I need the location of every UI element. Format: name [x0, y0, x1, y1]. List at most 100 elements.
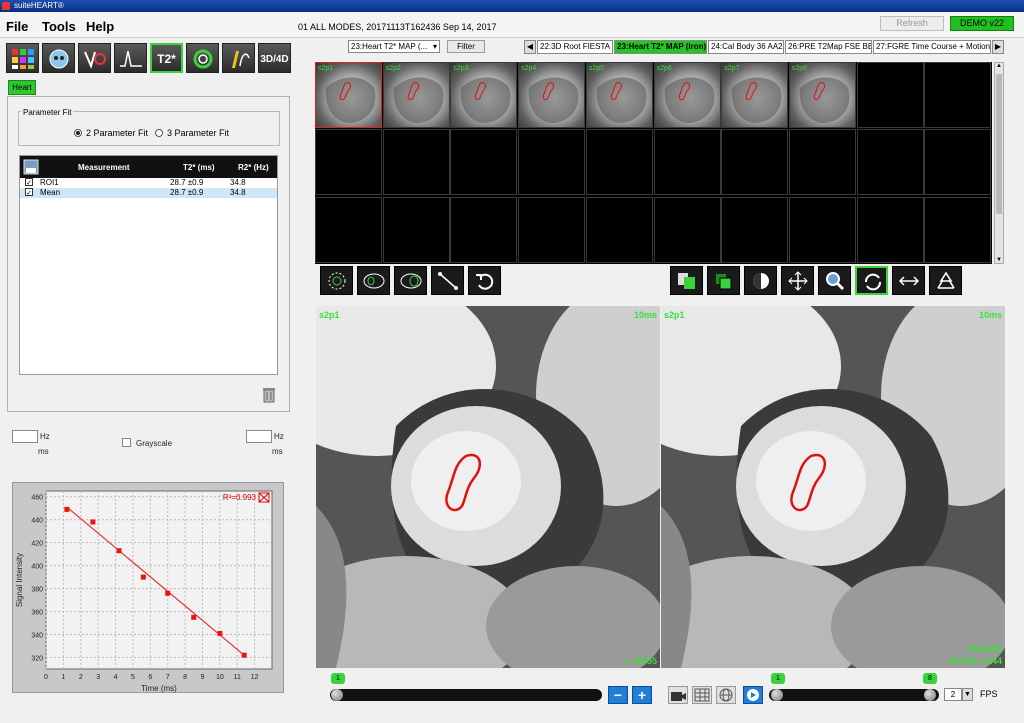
row-checkbox[interactable]: ✓	[25, 178, 33, 187]
thumbnail-cell[interactable]	[788, 129, 856, 196]
scroll-up-icon[interactable]: ▲	[996, 63, 1002, 69]
contrast-button[interactable]	[744, 266, 777, 295]
thumbnail-cell[interactable]: s2p6	[653, 62, 721, 128]
refresh-button[interactable]: Refresh	[880, 16, 944, 31]
series-tab-26[interactable]: 26:PRE T2Map FSE BB	[785, 40, 872, 54]
copy-roi-button[interactable]	[670, 266, 703, 295]
max-hz-input[interactable]	[246, 430, 272, 443]
thumbnail-cell[interactable]	[924, 196, 992, 263]
thumbnail-cell[interactable]	[856, 129, 924, 196]
grayscale-checkbox[interactable]	[122, 438, 131, 447]
menu-help[interactable]: Help	[86, 19, 114, 34]
line-tool-button[interactable]	[431, 266, 464, 295]
roi-septal-button[interactable]	[394, 266, 427, 295]
demo-version-button[interactable]: DEMO v22	[950, 16, 1014, 31]
pet-mode-button[interactable]	[222, 43, 255, 73]
thumbnail-cell[interactable]	[585, 196, 653, 263]
trash-icon[interactable]	[262, 387, 276, 403]
flip-button[interactable]	[892, 266, 925, 295]
grid-layout-button[interactable]	[692, 686, 712, 704]
table-row[interactable]: ✓ ROI1 28.7 ±0.9 34.8	[20, 178, 277, 188]
series-tab-23[interactable]: 23:Heart T2* MAP (Iron)	[614, 40, 707, 54]
thumbnail-cell[interactable]	[856, 62, 924, 128]
thumbnail-cell[interactable]	[450, 129, 518, 196]
slice-slider-knob[interactable]	[331, 689, 343, 701]
menu-file[interactable]: File	[6, 19, 28, 34]
thumbnail-cell[interactable]	[518, 196, 586, 263]
flow-mode-button[interactable]	[78, 43, 111, 73]
table-export-icon[interactable]	[23, 159, 39, 175]
thumbnail-cell[interactable]	[518, 129, 586, 196]
thumbnail-cell[interactable]: s2p2	[382, 62, 450, 128]
thumbnail-cell[interactable]	[653, 129, 721, 196]
thumbnail-cell[interactable]	[653, 196, 721, 263]
tab-heart[interactable]: Heart	[8, 80, 36, 95]
thumbnail-cell[interactable]	[382, 129, 450, 196]
series-tab-24[interactable]: 24:Cal Body 36 AA2	[708, 40, 784, 54]
roi-draw-button[interactable]	[320, 266, 353, 295]
movie-mode-button[interactable]	[668, 686, 688, 704]
thumbnail-cell[interactable]: s2p4	[518, 62, 586, 128]
reset-button[interactable]	[929, 266, 962, 295]
min-hz-input[interactable]	[12, 430, 38, 443]
myocardial-evaluation-button[interactable]	[114, 43, 147, 73]
tissue-mode-button[interactable]	[186, 43, 219, 73]
phase-slider-start-knob[interactable]	[771, 689, 783, 701]
zoom-in-button[interactable]: +	[632, 686, 652, 704]
scrollbar-thumb[interactable]	[996, 74, 1002, 214]
thumbnail-cell[interactable]: s2p3	[450, 62, 518, 128]
t2star-mode-button[interactable]: T2*	[150, 43, 183, 73]
series-prev-button[interactable]: ◀	[524, 40, 536, 54]
thumbnail-cell[interactable]	[856, 196, 924, 263]
thumbnail-cell[interactable]	[924, 129, 992, 196]
thumbnail-cell[interactable]	[721, 129, 789, 196]
thumbnail-cell[interactable]	[382, 196, 450, 263]
thumbnail-cell[interactable]	[315, 196, 382, 263]
scroll-down-icon[interactable]: ▼	[996, 257, 1002, 263]
thumbnail-cell[interactable]	[315, 129, 382, 196]
table-row[interactable]: ✓ Mean 28.7 ±0.9 34.8	[20, 188, 277, 198]
undo-button[interactable]	[468, 266, 501, 295]
row-checkbox[interactable]: ✓	[25, 188, 33, 197]
row-r2star: 34.8	[230, 178, 246, 187]
series-tab-22[interactable]: 22:3D Root FIESTA	[537, 40, 613, 54]
roi-ellipse-button[interactable]	[357, 266, 390, 295]
thumbnail-cell[interactable]: s2p7	[721, 62, 789, 128]
pan-button[interactable]	[781, 266, 814, 295]
thumbnail-cell[interactable]	[721, 196, 789, 263]
slice-slider[interactable]	[330, 689, 602, 701]
thumbnail-label: s2p7	[724, 65, 740, 72]
rotate-button[interactable]	[855, 266, 888, 295]
thumbnail-cell[interactable]	[788, 196, 856, 263]
radio-3-parameter-fit[interactable]	[155, 129, 163, 137]
series-next-button[interactable]: ▶	[992, 40, 1004, 54]
thumbnail-cell[interactable]	[924, 62, 992, 128]
thumbnail-scrollbar[interactable]: ▲ ▼	[994, 62, 1004, 264]
play-button[interactable]	[743, 686, 763, 704]
zoom-button[interactable]	[818, 266, 851, 295]
data-point	[191, 614, 197, 620]
series-dropdown[interactable]: 23:Heart T2* MAP (... ▾	[348, 40, 440, 53]
thumbnail-cell[interactable]: s2p1	[315, 62, 382, 128]
menu-tools[interactable]: Tools	[42, 19, 76, 34]
phase-slider[interactable]	[769, 689, 939, 701]
thumbnail-cell[interactable]: s2p5	[585, 62, 653, 128]
paste-roi-button[interactable]	[707, 266, 740, 295]
chevron-down-icon: ▾	[432, 42, 437, 51]
thumbnail-cell[interactable]	[585, 129, 653, 196]
thumbnail-cell[interactable]	[450, 196, 518, 263]
thumbnail-cell[interactable]: s2p8	[788, 62, 856, 128]
filter-button[interactable]: Filter	[447, 40, 485, 53]
function-mode-button[interactable]	[42, 43, 75, 73]
3d4d-mode-button[interactable]: 3D/4D	[258, 43, 291, 73]
phase-slider-end-knob[interactable]	[924, 689, 936, 701]
radio-2-parameter-fit[interactable]	[74, 129, 82, 137]
fps-dropdown-button[interactable]: ▼	[962, 688, 973, 701]
image-viewer-right[interactable]: s2p1 10ms 256x256 W:249 L:244	[661, 306, 1005, 668]
fps-select-value[interactable]: 2	[944, 688, 962, 701]
zoom-out-button[interactable]: −	[608, 686, 628, 704]
cross-reference-button[interactable]	[716, 686, 736, 704]
series-tab-27[interactable]: 27:FGRE Time Course + Motion	[873, 40, 991, 54]
image-viewer-left[interactable]: s2p1 10ms L 46:55	[316, 306, 660, 668]
viewer-mode-button[interactable]	[6, 43, 39, 73]
